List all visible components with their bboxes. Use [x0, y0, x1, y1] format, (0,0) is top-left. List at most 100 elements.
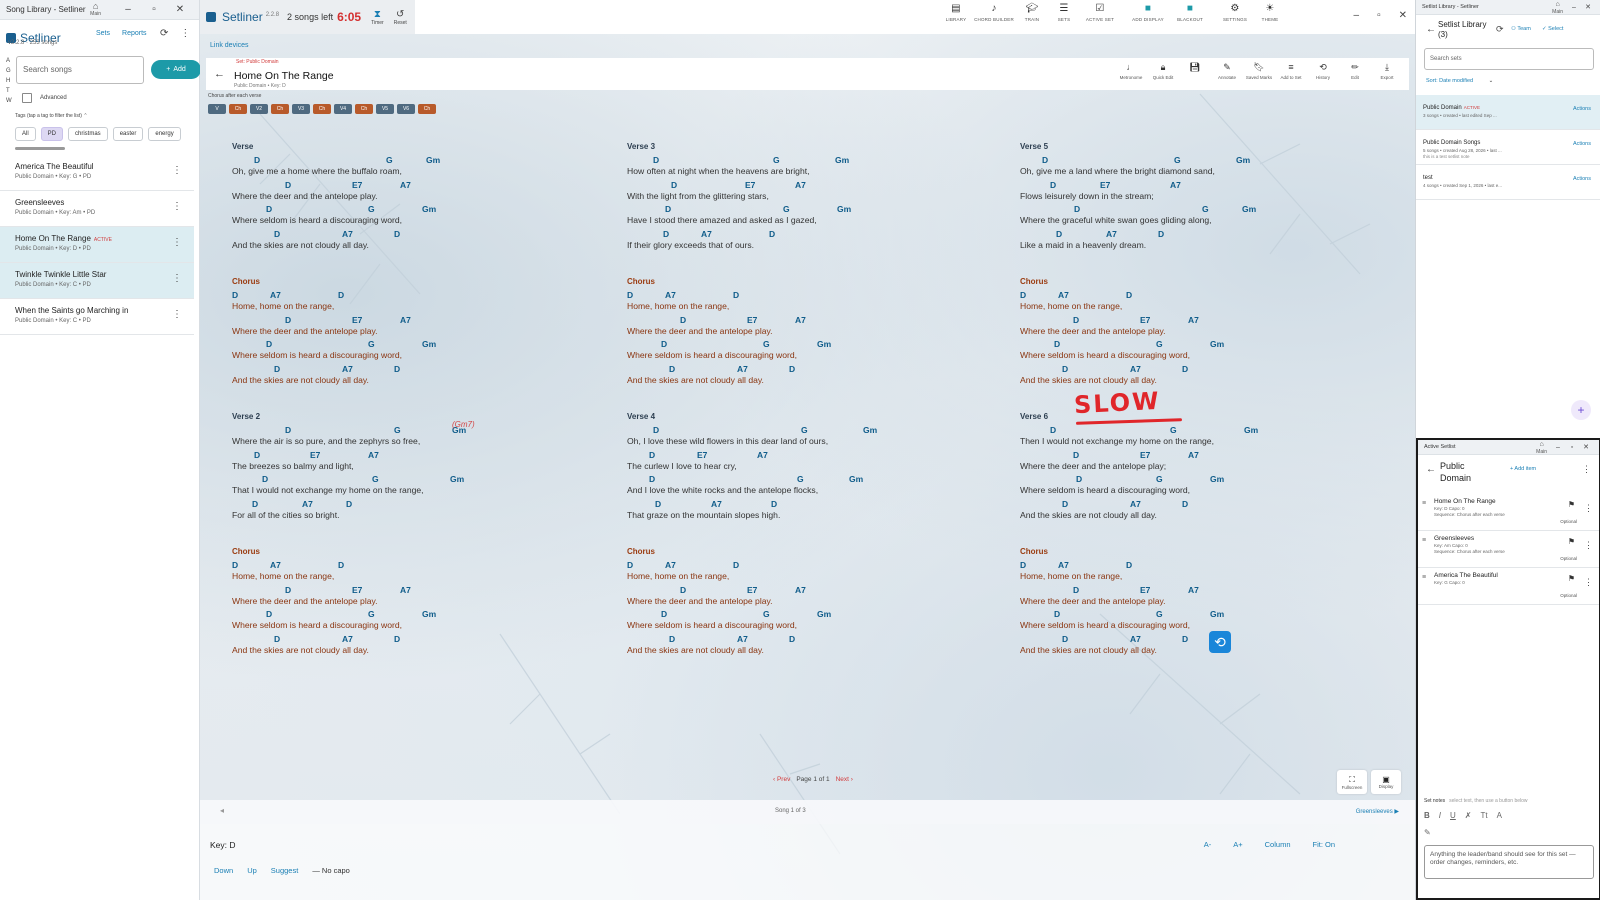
drag-handle-icon[interactable]: ≡: [1422, 500, 1426, 507]
annotate-button[interactable]: ✎ Annotate: [1211, 62, 1243, 80]
link-devices-link[interactable]: Link devices: [210, 42, 249, 49]
sets-button[interactable]: ☰ SETS: [1048, 3, 1080, 22]
chord-builder-button[interactable]: ♪ CHORD BUILDER: [972, 3, 1016, 22]
capo-up-button[interactable]: Up: [247, 866, 257, 875]
set-notes-textarea[interactable]: Anything the leader/band should see for …: [1424, 845, 1594, 879]
text-color-icon[interactable]: A: [1497, 811, 1502, 820]
history-button[interactable]: ⟲ History: [1307, 62, 1339, 80]
timer-button[interactable]: ⧗ Timer: [371, 9, 384, 26]
save-button[interactable]: 💾︎: [1179, 62, 1211, 80]
advanced-checkbox[interactable]: [22, 93, 32, 103]
active-set-button[interactable]: ☑ ACTIVE SET: [1080, 3, 1120, 22]
setlist-row[interactable]: test 4 songs • created Sep 1, 2026 • las…: [1416, 165, 1600, 200]
add-item-button[interactable]: + Add item: [1510, 466, 1536, 472]
blackout-button[interactable]: ■ BLACKOUT: [1170, 3, 1210, 22]
display-button[interactable]: ▣ Display: [1371, 770, 1401, 794]
minimize-button[interactable]: –: [1551, 444, 1565, 451]
song-list-item-active[interactable]: Home On The Range ACTIVE Public Domain • …: [0, 227, 194, 263]
add-song-button[interactable]: + Add: [151, 60, 201, 79]
drag-handle-icon[interactable]: ≡: [1422, 574, 1426, 581]
song-list-item[interactable]: America The Beautiful Public Domain • Ke…: [0, 155, 194, 191]
tag-chip-pd[interactable]: PD: [40, 127, 64, 141]
alpha-t[interactable]: T: [6, 86, 12, 96]
fit-toggle-button[interactable]: Fit: On: [1312, 840, 1335, 849]
back-arrow-icon[interactable]: ←: [214, 68, 225, 80]
song-list-item[interactable]: Greensleeves Public Domain • Key: Am • P…: [0, 191, 194, 227]
italic-icon[interactable]: I: [1439, 811, 1441, 820]
flag-icon[interactable]: ⚑: [1568, 500, 1575, 509]
add-set-fab[interactable]: +: [1571, 400, 1591, 420]
prev-page-link[interactable]: ‹ Prev: [773, 776, 790, 783]
next-page-link[interactable]: Next ›: [836, 776, 853, 783]
font-decrease-button[interactable]: A-: [1204, 840, 1212, 849]
prev-song-icon[interactable]: ◂: [220, 806, 224, 815]
main-window-button[interactable]: ⌂ Main: [90, 2, 101, 18]
sequence-chip-v[interactable]: V: [208, 104, 226, 114]
fullscreen-button[interactable]: ⛶ Fullscreen: [1337, 770, 1367, 794]
main-window-button[interactable]: ⌂ Main: [1536, 440, 1547, 455]
quick-edit-button[interactable]: 🔒︎ Quick Edit: [1147, 62, 1179, 80]
more-vert-icon[interactable]: ⋮: [172, 237, 182, 248]
close-button[interactable]: ✕: [1399, 10, 1407, 21]
highlight-icon[interactable]: ✎: [1424, 828, 1594, 837]
setlist-item[interactable]: ≡ America The Beautiful Key: G Capo: 0 ⚑…: [1418, 568, 1599, 605]
saved-marks-button[interactable]: 🔖︎ Saved Marks: [1243, 62, 1275, 80]
refresh-icon[interactable]: ⟳: [1496, 24, 1504, 35]
reset-button[interactable]: ↺ Reset: [394, 9, 407, 26]
team-button[interactable]: ⚇ Team: [1511, 26, 1531, 32]
maximize-button[interactable]: ▫: [1565, 444, 1579, 451]
flag-icon[interactable]: ⚑: [1568, 574, 1575, 583]
tag-scrollbar[interactable]: [15, 147, 65, 150]
set-actions-button[interactable]: Actions: [1573, 176, 1591, 182]
train-button[interactable]: 🎓︎ TRAIN: [1016, 3, 1048, 22]
sequence-chip-v3[interactable]: V3: [292, 104, 310, 114]
next-song-link[interactable]: Greensleeves ▶: [1356, 808, 1399, 815]
tags-label[interactable]: Tags (tap a tag to filter the list) ⌃: [15, 113, 88, 119]
song-list-item[interactable]: When the Saints go Marching in Public Do…: [0, 299, 194, 335]
add-display-button[interactable]: ■ ADD DISPLAY: [1126, 3, 1170, 22]
setlist-row[interactable]: Public Domain Songs 5 songs • created Au…: [1416, 130, 1600, 165]
sequence-chip-v5[interactable]: V5: [376, 104, 394, 114]
underline-icon[interactable]: U: [1450, 811, 1456, 820]
alpha-a[interactable]: A: [6, 56, 12, 66]
bold-icon[interactable]: B: [1424, 811, 1430, 820]
set-search-input[interactable]: Search sets: [1424, 48, 1594, 70]
loop-repeat-button[interactable]: ⟲: [1209, 631, 1231, 653]
more-vert-icon[interactable]: ⋮: [172, 201, 182, 212]
setlist-item[interactable]: ≡ Greensleeves Key: Am Capo: 0 Sequence:…: [1418, 531, 1599, 568]
sort-dropdown[interactable]: Sort: Date modified ⌄: [1426, 78, 1493, 84]
sequence-chip-ch[interactable]: Ch: [418, 104, 436, 114]
tag-chip-easter[interactable]: easter: [112, 127, 144, 141]
more-vert-icon[interactable]: ⋮: [1584, 503, 1593, 514]
refresh-icon[interactable]: ⟳: [160, 28, 168, 39]
sequence-chip-ch[interactable]: Ch: [271, 104, 289, 114]
clear-format-icon[interactable]: ✗: [1465, 811, 1472, 820]
capo-suggest-button[interactable]: Suggest: [271, 866, 299, 875]
minimize-button[interactable]: –: [115, 4, 141, 15]
sequence-chip-v4[interactable]: V4: [334, 104, 352, 114]
setlist-row-active[interactable]: Public Domain ACTIVE 3 songs • created • …: [1416, 95, 1600, 130]
alpha-h[interactable]: H: [6, 76, 12, 86]
main-window-button[interactable]: ⌂ Main: [1552, 0, 1563, 15]
sets-link[interactable]: Sets: [96, 30, 110, 37]
font-increase-button[interactable]: A+: [1233, 840, 1242, 849]
sequence-chip-v6[interactable]: V6: [397, 104, 415, 114]
more-vert-icon[interactable]: ⋮: [1584, 577, 1593, 588]
more-vert-icon[interactable]: ⋮: [1582, 464, 1591, 475]
more-vert-icon[interactable]: ⋮: [172, 273, 182, 284]
song-search-input[interactable]: Search songs: [16, 56, 144, 84]
settings-button[interactable]: ⚙ SETTINGS: [1216, 3, 1254, 22]
optional-label[interactable]: Optional: [1560, 519, 1577, 524]
optional-label[interactable]: Optional: [1560, 593, 1577, 598]
song-list-item[interactable]: Twinkle Twinkle Little Star Public Domai…: [0, 263, 194, 299]
back-arrow-icon[interactable]: ←: [1426, 24, 1436, 35]
maximize-button[interactable]: ▫: [1377, 10, 1381, 21]
optional-label[interactable]: Optional: [1560, 556, 1577, 561]
theme-button[interactable]: ☀ THEME: [1254, 3, 1286, 22]
sequence-chip-ch[interactable]: Ch: [355, 104, 373, 114]
setlist-item[interactable]: ≡ Home On The Range Key: D Capo: 0 Seque…: [1418, 494, 1599, 531]
advanced-toggle[interactable]: Advanced: [22, 93, 67, 103]
select-button[interactable]: ✓ Select: [1542, 26, 1563, 32]
close-button[interactable]: ✕: [1579, 443, 1593, 451]
minimize-button[interactable]: –: [1354, 10, 1360, 21]
